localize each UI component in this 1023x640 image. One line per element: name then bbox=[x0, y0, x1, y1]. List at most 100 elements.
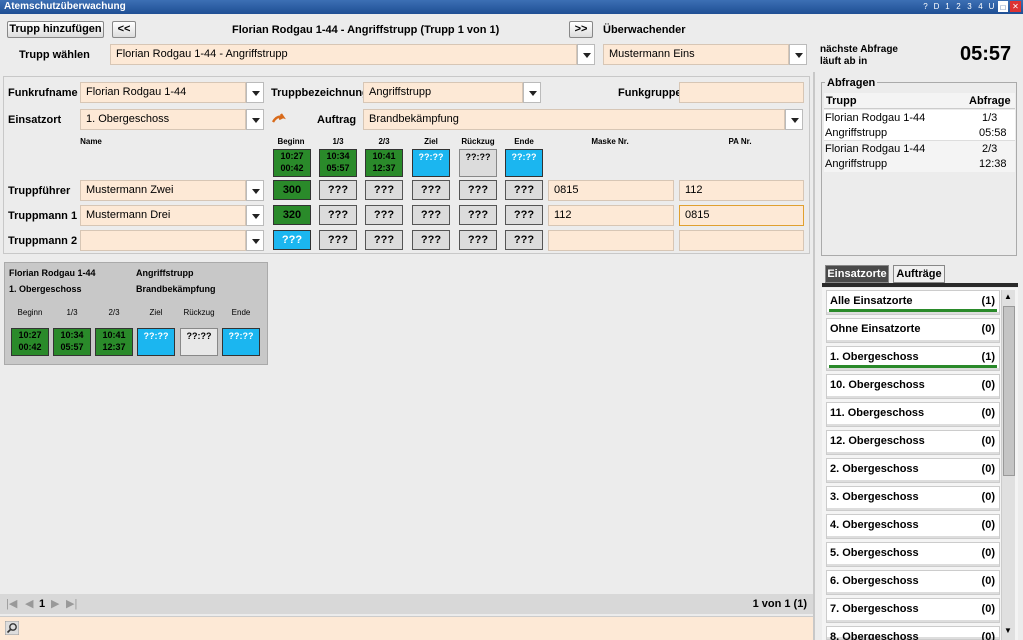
funkgruppe-field[interactable] bbox=[679, 82, 804, 103]
row-maske-field[interactable]: 0815 bbox=[548, 180, 674, 201]
trupp-waehlen-dropdown-icon[interactable] bbox=[577, 44, 595, 65]
list-item[interactable]: Ohne Einsatzorte (0) bbox=[826, 318, 1000, 343]
row-t13-value[interactable]: ??? bbox=[319, 205, 357, 225]
list-item[interactable]: 5. Obergeschoss (0) bbox=[826, 542, 1000, 567]
sidebar-divider[interactable] bbox=[813, 72, 815, 640]
list-item[interactable]: 7. Obergeschoss (0) bbox=[826, 598, 1000, 623]
maximize-icon[interactable]: □ bbox=[998, 1, 1008, 12]
row-rueckzug-value[interactable]: ??? bbox=[459, 205, 497, 225]
card-header-ziel: Ziel bbox=[149, 308, 163, 317]
u-button[interactable]: U bbox=[987, 1, 996, 12]
row-name-dropdown-icon[interactable] bbox=[246, 230, 264, 251]
row-ende-value[interactable]: ??? bbox=[505, 230, 543, 250]
funkrufname-field[interactable]: Florian Rodgau 1-44 bbox=[80, 82, 246, 103]
first-page-icon[interactable]: |◀ bbox=[6, 597, 17, 610]
einsatzort-dropdown-icon[interactable] bbox=[246, 109, 264, 130]
list-item[interactable]: 3. Obergeschoss (0) bbox=[826, 486, 1000, 511]
row-name-field[interactable]: Mustermann Drei bbox=[80, 205, 246, 226]
view-1-button[interactable]: 1 bbox=[943, 1, 952, 12]
abfragen-row[interactable]: Florian Rodgau 1-44 Angriffstrupp 1/3 05… bbox=[824, 110, 1015, 141]
view-4-button[interactable]: 4 bbox=[976, 1, 985, 12]
trupp-waehlen-select[interactable]: Florian Rodgau 1-44 - Angriffstrupp bbox=[110, 44, 577, 65]
ueberwachender-select[interactable]: Mustermann Eins bbox=[603, 44, 789, 65]
row-name-field[interactable] bbox=[80, 230, 246, 251]
card-header-rueckzug: Rückzug bbox=[183, 308, 215, 317]
list-item[interactable]: 4. Obergeschoss (0) bbox=[826, 514, 1000, 539]
ziel-time-box[interactable]: ??:?? bbox=[412, 149, 450, 177]
card-ziel-box: ??:?? bbox=[137, 328, 175, 356]
list-item[interactable]: 10. Obergeschoss (0) bbox=[826, 374, 1000, 399]
row-beginn-value[interactable]: 300 bbox=[273, 180, 311, 200]
row-maske-field[interactable]: 112 bbox=[548, 205, 674, 226]
tab-auftraege[interactable]: Aufträge bbox=[893, 265, 945, 283]
row-t23-value[interactable]: ??? bbox=[365, 230, 403, 250]
row-name-field[interactable]: Mustermann Zwei bbox=[80, 180, 246, 201]
last-page-icon[interactable]: ▶| bbox=[66, 597, 77, 610]
row-ende-value[interactable]: ??? bbox=[505, 205, 543, 225]
beginn-clock: 10:27 bbox=[280, 151, 304, 161]
help-button[interactable]: ? bbox=[921, 1, 930, 12]
page-number[interactable]: 1 bbox=[39, 598, 45, 610]
list-item[interactable]: 8. Obergeschoss (0) bbox=[826, 626, 1000, 640]
ueberwachender-dropdown-icon[interactable] bbox=[789, 44, 807, 65]
list-item[interactable]: 1. Obergeschoss (1) bbox=[826, 346, 1000, 371]
scroll-down-icon[interactable]: ▼ bbox=[1004, 626, 1012, 635]
col-ende-header: Ende bbox=[514, 137, 534, 146]
row-ende-value[interactable]: ??? bbox=[505, 180, 543, 200]
truppbezeichnung-field[interactable]: Angriffstrupp bbox=[363, 82, 523, 103]
einsatzort-field[interactable]: 1. Obergeschoss bbox=[80, 109, 246, 130]
beginn-time-box[interactable]: 10:27 00:42 bbox=[273, 149, 311, 177]
close-icon[interactable]: ✕ bbox=[1010, 1, 1021, 12]
row-pa-field[interactable]: 0815 bbox=[679, 205, 804, 226]
prev-page-icon[interactable]: ◀ bbox=[25, 597, 33, 610]
row-ziel-value[interactable]: ??? bbox=[412, 205, 450, 225]
link-icon[interactable] bbox=[271, 113, 289, 125]
tab-einsatzorte[interactable]: Einsatzorte bbox=[825, 265, 889, 283]
ueberwachender-label: Überwachender bbox=[603, 24, 686, 36]
row-rueckzug-value[interactable]: ??? bbox=[459, 230, 497, 250]
row-ziel-value[interactable]: ??? bbox=[412, 180, 450, 200]
list-item[interactable]: 12. Obergeschoss (0) bbox=[826, 430, 1000, 455]
t23-time-box[interactable]: 10:41 12:37 bbox=[365, 149, 403, 177]
trupp-card[interactable]: Florian Rodgau 1-44 Angriffstrupp 1. Obe… bbox=[4, 262, 268, 365]
auftrag-field[interactable]: Brandbekämpfung bbox=[363, 109, 785, 130]
search-icon[interactable] bbox=[5, 621, 19, 635]
ende-time-box[interactable]: ??:?? bbox=[505, 149, 543, 177]
row-pa-field[interactable] bbox=[679, 230, 804, 251]
truppbezeichnung-dropdown-icon[interactable] bbox=[523, 82, 541, 103]
abfragen-row[interactable]: Florian Rodgau 1-44 Angriffstrupp 2/3 12… bbox=[824, 141, 1015, 172]
row-t23-value[interactable]: ??? bbox=[365, 205, 403, 225]
rueckzug-time-box[interactable]: ??:?? bbox=[459, 149, 497, 177]
view-2-button[interactable]: 2 bbox=[954, 1, 963, 12]
view-3-button[interactable]: 3 bbox=[965, 1, 974, 12]
auftrag-dropdown-icon[interactable] bbox=[785, 109, 803, 130]
locations-scrollbar[interactable]: ▲ ▼ bbox=[1001, 290, 1015, 640]
row-beginn-value[interactable]: 320 bbox=[273, 205, 311, 225]
row-t13-value[interactable]: ??? bbox=[319, 180, 357, 200]
scroll-up-icon[interactable]: ▲ bbox=[1004, 292, 1012, 301]
funkrufname-dropdown-icon[interactable] bbox=[246, 82, 264, 103]
scroll-thumb[interactable] bbox=[1003, 306, 1015, 476]
next-trupp-button[interactable]: >> bbox=[569, 21, 593, 38]
list-item[interactable]: 6. Obergeschoss (0) bbox=[826, 570, 1000, 595]
d-button[interactable]: D bbox=[932, 1, 941, 12]
row-ziel-value[interactable]: ??? bbox=[412, 230, 450, 250]
add-trupp-button[interactable]: Trupp hinzufügen bbox=[7, 21, 104, 38]
row-name-dropdown-icon[interactable] bbox=[246, 205, 264, 226]
row-t23-value[interactable]: ??? bbox=[365, 180, 403, 200]
row-beginn-value[interactable]: ??? bbox=[273, 230, 311, 250]
filter-bar[interactable] bbox=[0, 616, 813, 640]
next-page-icon[interactable]: ▶ bbox=[51, 597, 59, 610]
card-header-13: 1/3 bbox=[66, 308, 78, 317]
row-name-dropdown-icon[interactable] bbox=[246, 180, 264, 201]
list-item[interactable]: 11. Obergeschoss (0) bbox=[826, 402, 1000, 427]
row-pa-field[interactable]: 112 bbox=[679, 180, 804, 201]
list-item[interactable]: 2. Obergeschoss (0) bbox=[826, 458, 1000, 483]
row-maske-field[interactable] bbox=[548, 230, 674, 251]
row-rueckzug-value[interactable]: ??? bbox=[459, 180, 497, 200]
t13-time-box[interactable]: 10:34 05:57 bbox=[319, 149, 357, 177]
row-role-label: Truppführer bbox=[8, 185, 71, 197]
row-t13-value[interactable]: ??? bbox=[319, 230, 357, 250]
list-item[interactable]: Alle Einsatzorte (1) bbox=[826, 290, 1000, 315]
prev-trupp-button[interactable]: << bbox=[112, 21, 136, 38]
